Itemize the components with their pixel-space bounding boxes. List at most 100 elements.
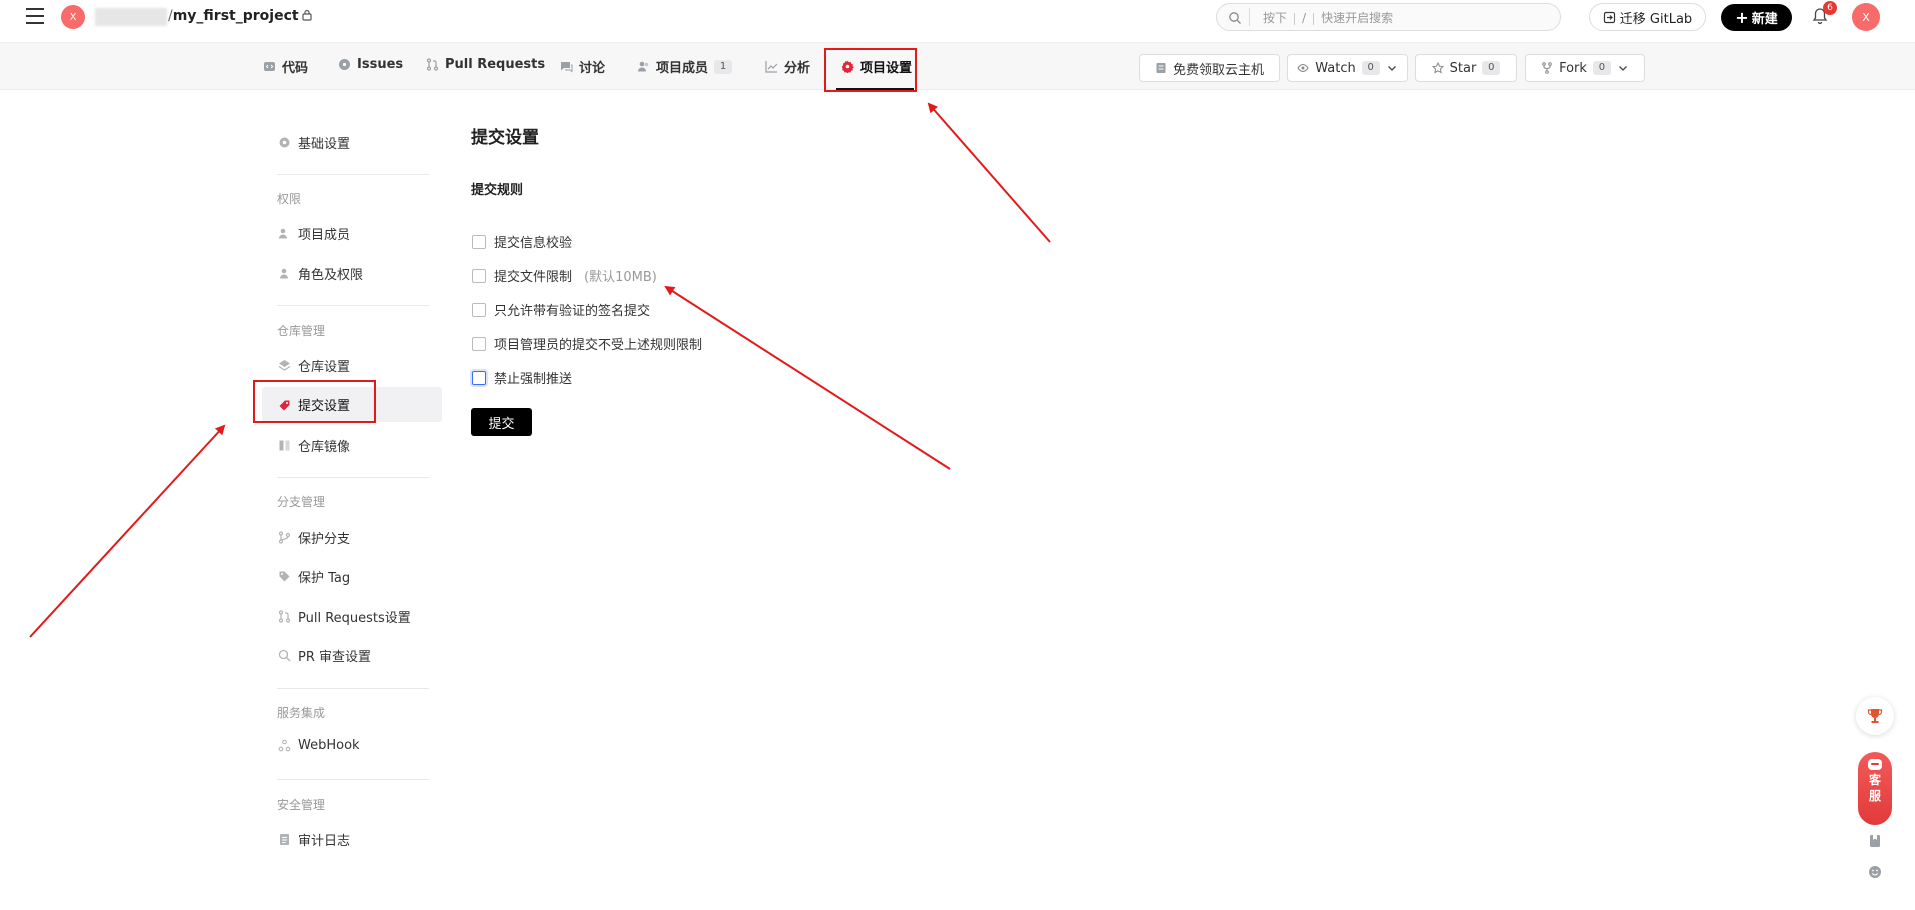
- trophy-button[interactable]: [1856, 697, 1894, 735]
- fork-button[interactable]: Fork 0: [1525, 54, 1645, 82]
- sidebar-item-repo-mirror[interactable]: 仓库镜像: [278, 436, 350, 455]
- tab-pull-requests[interactable]: Pull Requests: [426, 57, 545, 72]
- tab-discussion-label: 讨论: [579, 61, 606, 76]
- notification-badge: 6: [1823, 1, 1837, 15]
- user-avatar[interactable]: X: [1852, 3, 1880, 31]
- sidebar-item-label: Pull Requests设置: [298, 611, 411, 626]
- search-placeholder: 按下 / 快速开启搜索: [1263, 9, 1393, 26]
- rule-admin-exempt[interactable]: 项目管理员的提交不受上述规则限制: [472, 334, 702, 353]
- fork-count: 0: [1592, 61, 1611, 75]
- sidebar-item-label: 仓库设置: [298, 360, 351, 375]
- tab-discussion[interactable]: 讨论: [560, 57, 605, 76]
- sidebar-item-label: WebHook: [298, 738, 360, 753]
- sidebar-item-label: 保护分支: [298, 532, 351, 547]
- star-button[interactable]: Star 0: [1415, 54, 1517, 82]
- checkbox[interactable]: [472, 370, 486, 385]
- webhook-icon: [278, 739, 291, 752]
- sidebar-item-audit-log[interactable]: 审计日志: [278, 830, 350, 849]
- sidebar-item-webhook[interactable]: WebHook: [278, 738, 360, 753]
- sidebar-item-protected-branches[interactable]: 保护分支: [278, 528, 350, 547]
- search-icon: [1229, 12, 1241, 24]
- watch-button[interactable]: Watch 0: [1287, 54, 1408, 82]
- fork-icon: [1542, 62, 1552, 74]
- service-char-2: 服: [1868, 789, 1881, 803]
- smiley-icon[interactable]: [1868, 865, 1882, 879]
- star-count: 0: [1482, 61, 1501, 75]
- tab-issues-label: Issues: [357, 57, 404, 72]
- trophy-icon: [1867, 709, 1883, 723]
- analysis-icon: [765, 61, 778, 73]
- chevron-down-icon: [1618, 66, 1627, 71]
- sidebar-item-repo-settings[interactable]: 仓库设置: [278, 356, 350, 375]
- sidebar-item-label: PR 审查设置: [298, 650, 372, 665]
- rule-label: 提交文件限制: [494, 270, 573, 285]
- checkbox[interactable]: [472, 302, 486, 317]
- sidebar-item-label: 项目成员: [298, 228, 351, 243]
- sidebar-divider: [277, 305, 429, 306]
- search-key: /: [1302, 11, 1307, 25]
- sidebar-divider: [277, 688, 429, 689]
- sidebar-item-pr-review-settings[interactable]: PR 审查设置: [278, 646, 371, 665]
- hamburger-icon[interactable]: [26, 8, 44, 24]
- sidebar-group-integrations: 服务集成: [277, 706, 326, 720]
- new-button[interactable]: + 新建: [1721, 4, 1792, 31]
- pull-request-icon: [278, 610, 291, 623]
- section-title: 提交规则: [471, 183, 524, 198]
- search-hint-suffix: 快速开启搜索: [1321, 11, 1394, 25]
- star-label: Star: [1449, 60, 1477, 76]
- code-icon: [264, 62, 275, 71]
- repo-name[interactable]: my_first_project: [173, 8, 299, 24]
- rule-disable-force-push[interactable]: 禁止强制推送: [472, 368, 572, 387]
- free-cloud-host-button[interactable]: 免费领取云主机: [1139, 54, 1280, 82]
- tab-code[interactable]: 代码: [263, 57, 308, 76]
- annotation-box-commit-settings: [253, 380, 376, 423]
- star-icon: [1431, 62, 1444, 74]
- tag-icon: [279, 571, 290, 582]
- customer-service-button[interactable]: 客 服: [1858, 752, 1892, 825]
- sidebar-item-label: 基础设置: [298, 137, 351, 152]
- document-icon: [280, 834, 289, 845]
- rule-file-size-limit[interactable]: 提交文件限制 (默认10MB): [472, 266, 657, 285]
- tab-analysis-label: 分析: [784, 61, 811, 76]
- migrate-gitlab-button[interactable]: 迁移 GitLab: [1589, 3, 1706, 31]
- discussion-icon: [561, 62, 573, 73]
- tab-analysis[interactable]: 分析: [765, 57, 810, 76]
- search-key-divider-2: [1313, 12, 1315, 25]
- sidebar-group-branch-management: 分支管理: [277, 495, 326, 509]
- tab-members-label: 项目成员: [656, 61, 709, 76]
- issues-icon: [339, 59, 350, 70]
- search-hint-prefix: 按下: [1263, 11, 1288, 25]
- sidebar-item-basic-settings[interactable]: 基础设置: [278, 133, 350, 152]
- rule-signed-commits-only[interactable]: 只允许带有验证的签名提交: [472, 300, 650, 319]
- top-bar: X /my_first_project 按下 / 快速开启搜索 迁移 GitLab …: [0, 0, 1915, 36]
- annotation-arrow-to-settings-tab: [927, 102, 1051, 243]
- repo-path[interactable]: /my_first_project: [168, 8, 299, 24]
- search-input[interactable]: 按下 / 快速开启搜索: [1216, 3, 1561, 31]
- tab-issues[interactable]: Issues: [338, 57, 403, 72]
- checkbox[interactable]: [472, 268, 486, 283]
- owner-name-redacted[interactable]: [95, 8, 167, 26]
- members-icon: [638, 61, 649, 72]
- server-icon: [1156, 63, 1166, 73]
- bookmark-icon[interactable]: [1868, 834, 1882, 848]
- annotation-arrow-to-commit-settings: [29, 424, 226, 638]
- tab-members[interactable]: 项目成员 1: [637, 57, 733, 76]
- review-icon: [278, 649, 291, 662]
- sidebar-item-protected-tags[interactable]: 保护 Tag: [278, 567, 350, 586]
- sidebar-item-pr-settings[interactable]: Pull Requests设置: [278, 607, 411, 626]
- owner-avatar[interactable]: X: [61, 5, 85, 29]
- sidebar-item-members[interactable]: 项目成员: [278, 224, 350, 243]
- search-key-divider: [1294, 12, 1296, 25]
- rule-commit-message-check[interactable]: 提交信息校验: [472, 232, 572, 251]
- annotation-arrow-to-file-limit: [664, 285, 951, 470]
- checkbox[interactable]: [472, 336, 486, 351]
- branch-icon: [278, 531, 291, 544]
- submit-button[interactable]: 提交: [471, 408, 532, 436]
- members-count-badge: 1: [714, 59, 733, 74]
- service-char-1: 客: [1868, 773, 1881, 787]
- rule-label: 只允许带有验证的签名提交: [494, 304, 651, 319]
- page-title: 提交设置: [471, 128, 539, 148]
- checkbox[interactable]: [472, 234, 486, 249]
- free-cloud-host-label: 免费领取云主机: [1172, 62, 1264, 78]
- sidebar-item-roles[interactable]: 角色及权限: [278, 264, 363, 283]
